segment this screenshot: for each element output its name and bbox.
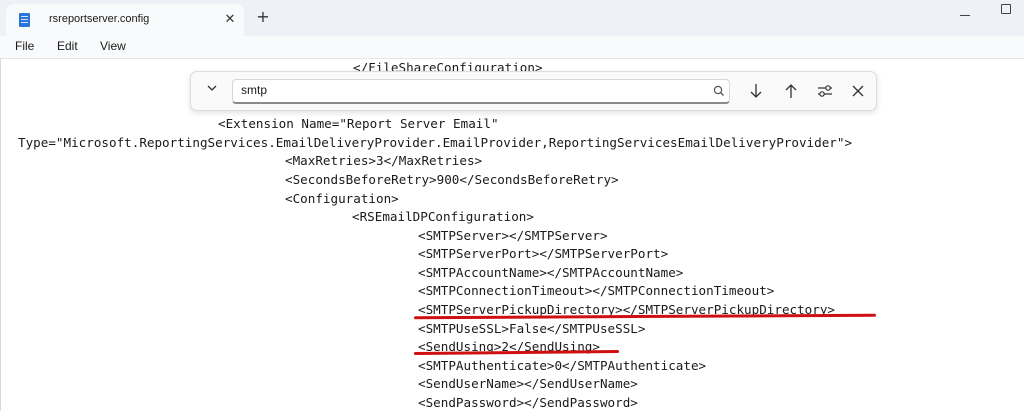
file-tab[interactable]: rsreportserver.config ✕ [6, 4, 244, 36]
code-line: <SMTPAccountName></SMTPAccountName> [418, 265, 684, 280]
code-line: <SecondsBeforeRetry>900</SecondsBeforeRe… [285, 172, 619, 187]
code-line: <RSEmailDPConfiguration> [352, 209, 534, 224]
window-edge [0, 59, 1, 411]
code-line: <MaxRetries>3</MaxRetries> [285, 153, 483, 168]
code-line: <Extension Name="Report Server Email" [218, 116, 499, 131]
title-bar: rsreportserver.config ✕ + [0, 0, 1024, 36]
find-previous-icon[interactable] [780, 80, 802, 102]
menu-edit[interactable]: Edit [57, 39, 78, 53]
code-line: Type="Microsoft.ReportingServices.EmailD… [18, 135, 853, 150]
code-line: <SMTPAuthenticate>0</SMTPAuthenticate> [418, 358, 707, 373]
find-options-icon[interactable] [814, 80, 836, 102]
chevron-down-icon[interactable] [201, 80, 223, 102]
minimize-icon[interactable] [960, 15, 970, 16]
tab-title: rsreportserver.config [49, 13, 150, 25]
menu-file[interactable]: File [15, 39, 34, 53]
code-line: <SendPassword></SendPassword> [418, 395, 638, 410]
new-tab-button[interactable]: + [252, 6, 274, 28]
file-icon [19, 13, 30, 27]
search-input[interactable]: smtp [232, 79, 730, 104]
code-line: <SMTPConnectionTimeout></SMTPConnectionT… [418, 283, 775, 298]
search-query: smtp [241, 83, 268, 97]
close-tab-icon[interactable]: ✕ [219, 9, 241, 31]
code-line: <SMTPServer></SMTPServer> [418, 228, 608, 243]
find-bar: smtp [190, 71, 877, 111]
search-icon [711, 83, 727, 99]
menu-bar: File Edit View [0, 36, 1024, 58]
text-editor[interactable]: </FileShareConfiguration> <Extension Nam… [0, 59, 1024, 411]
code-line: <SendUserName></SendUserName> [418, 376, 638, 391]
find-next-icon[interactable] [745, 80, 767, 102]
code-line: <SMTPServerPort></SMTPServerPort> [418, 246, 669, 261]
maximize-icon[interactable] [1001, 4, 1011, 14]
code-line: <SMTPUseSSL>False</SMTPUseSSL> [418, 321, 646, 336]
menu-view[interactable]: View [100, 39, 126, 53]
notepad-window: rsreportserver.config ✕ + File Edit View… [0, 0, 1024, 411]
code-line: <Configuration> [285, 191, 399, 206]
close-icon[interactable] [847, 80, 869, 102]
